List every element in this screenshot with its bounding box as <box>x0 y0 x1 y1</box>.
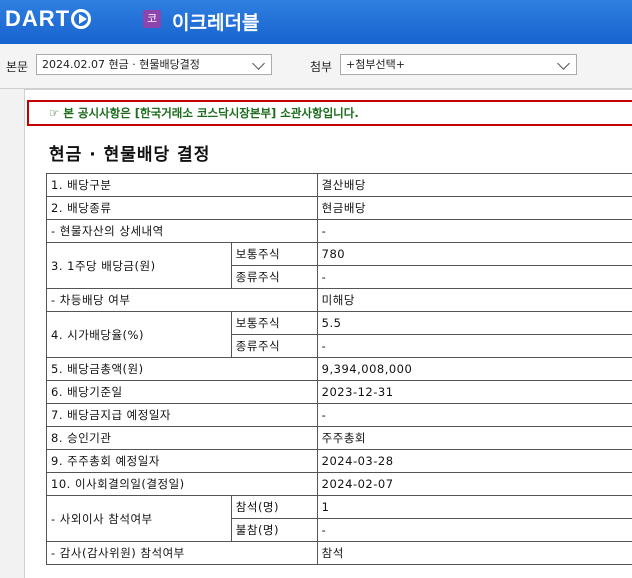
row-sub-label: 종류주식 <box>231 266 317 289</box>
chevron-down-icon <box>557 57 570 70</box>
document-toolbar: 본문 2024.02.07 현금 · 현물배당결정 첨부 +첨부선택+ <box>0 44 632 89</box>
row-label: 5. 배당금총액(원) <box>47 358 318 381</box>
document-viewer[interactable]: ☞ 본 공시사항은 [한국거래소 코스닥시장본부] 소관사항입니다. 현금 · 현… <box>24 89 632 578</box>
table-row: - 사외이사 참석여부 참석(명) 1 <box>47 496 632 519</box>
main-doc-select[interactable]: 2024.02.07 현금 · 현물배당결정 <box>36 54 272 75</box>
row-sub-label: 불참(명) <box>231 519 317 542</box>
attach-select[interactable]: +첨부선택+ <box>340 54 577 75</box>
table-row: 10. 이사회결의일(결정일) 2024-02-07 <box>47 473 632 496</box>
top-header-bar: DART 코 이크레더블 <box>0 0 632 44</box>
row-sub-label: 보통주식 <box>231 243 317 266</box>
row-value: 9,394,008,000 <box>317 358 632 381</box>
row-label: - 사외이사 참석여부 <box>47 496 232 542</box>
row-label: 3. 1주당 배당금(원) <box>47 243 232 289</box>
table-row: - 현물자산의 상세내역 - <box>47 220 632 243</box>
table-row: 7. 배당금지급 예정일자 - <box>47 404 632 427</box>
row-label: 1. 배당구분 <box>47 174 318 197</box>
row-label: - 차등배당 여부 <box>47 289 318 312</box>
dividend-table: 1. 배당구분 결산배당 2. 배당종류 현금배당 - 현물자산의 상세내역 -… <box>46 173 632 565</box>
row-value: - <box>317 335 632 358</box>
row-label: - 감사(감사위원) 참석여부 <box>47 542 318 565</box>
row-label: 2. 배당종류 <box>47 197 318 220</box>
row-value: 현금배당 <box>317 197 632 220</box>
main-doc-label: 본문 <box>6 58 28 75</box>
company-name: 이크레더블 <box>172 8 259 35</box>
table-row: 5. 배당금총액(원) 9,394,008,000 <box>47 358 632 381</box>
row-value: 2024-03-28 <box>317 450 632 473</box>
row-value: 2023-12-31 <box>317 381 632 404</box>
attach-select-value: +첨부선택+ <box>346 58 405 71</box>
left-margin <box>0 89 24 577</box>
dart-logo[interactable]: DART <box>5 6 91 32</box>
row-label: 6. 배당기준일 <box>47 381 318 404</box>
table-row: - 감사(감사위원) 참석여부 참석 <box>47 542 632 565</box>
row-value: 5.5 <box>317 312 632 335</box>
row-sub-label: 보통주식 <box>231 312 317 335</box>
row-label: - 현물자산의 상세내역 <box>47 220 318 243</box>
attach-label: 첨부 <box>310 58 332 75</box>
table-row: 4. 시가배당율(%) 보통주식 5.5 <box>47 312 632 335</box>
row-value: 결산배당 <box>317 174 632 197</box>
row-value: 미해당 <box>317 289 632 312</box>
row-label: 10. 이사회결의일(결정일) <box>47 473 318 496</box>
row-value: 2024-02-07 <box>317 473 632 496</box>
chevron-down-icon <box>252 57 265 70</box>
table-row: 3. 1주당 배당금(원) 보통주식 780 <box>47 243 632 266</box>
table-row: 8. 승인기관 주주총회 <box>47 427 632 450</box>
pointing-hand-icon: ☞ <box>49 106 59 120</box>
table-row: 9. 주주총회 예정일자 2024-03-28 <box>47 450 632 473</box>
row-label: 7. 배당금지급 예정일자 <box>47 404 318 427</box>
jurisdiction-notice: ☞ 본 공시사항은 [한국거래소 코스닥시장본부] 소관사항입니다. <box>27 100 632 126</box>
row-label: 9. 주주총회 예정일자 <box>47 450 318 473</box>
row-value: 1 <box>317 496 632 519</box>
table-row: 2. 배당종류 현금배당 <box>47 197 632 220</box>
row-sub-label: 종류주식 <box>231 335 317 358</box>
table-row: 1. 배당구분 결산배당 <box>47 174 632 197</box>
row-value: - <box>317 266 632 289</box>
row-label: 8. 승인기관 <box>47 427 318 450</box>
row-value: - <box>317 519 632 542</box>
main-doc-select-value: 2024.02.07 현금 · 현물배당결정 <box>42 58 200 71</box>
row-value: - <box>317 220 632 243</box>
row-value: 참석 <box>317 542 632 565</box>
row-label: 4. 시가배당율(%) <box>47 312 232 358</box>
company-badge-icon: 코 <box>143 10 161 28</box>
table-row: - 차등배당 여부 미해당 <box>47 289 632 312</box>
logo-play-icon <box>71 9 91 29</box>
row-value: 780 <box>317 243 632 266</box>
row-sub-label: 참석(명) <box>231 496 317 519</box>
row-value: 주주총회 <box>317 427 632 450</box>
notice-text: 본 공시사항은 [한국거래소 코스닥시장본부] 소관사항입니다. <box>63 106 358 120</box>
page-title: 현금 · 현물배당 결정 <box>49 140 210 165</box>
table-row: 6. 배당기준일 2023-12-31 <box>47 381 632 404</box>
row-value: - <box>317 404 632 427</box>
